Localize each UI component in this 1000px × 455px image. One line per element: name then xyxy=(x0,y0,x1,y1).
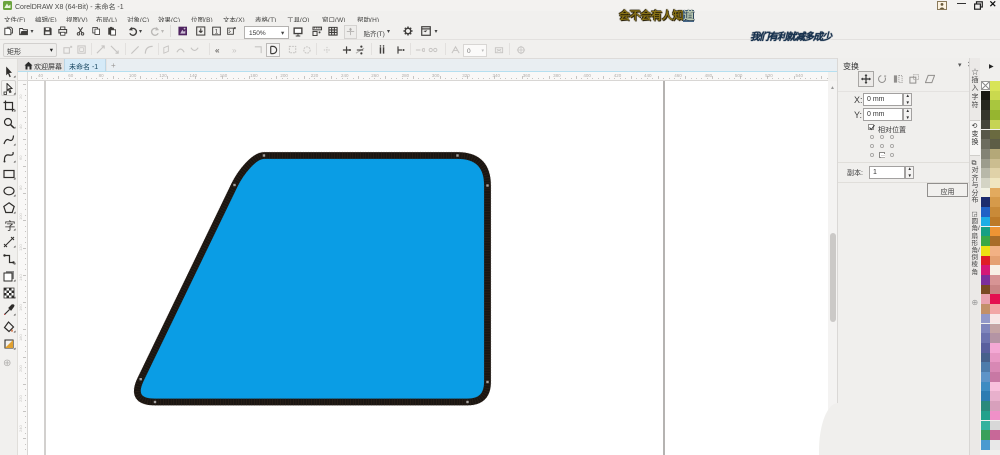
svg-text:»: » xyxy=(232,46,237,55)
svg-text:«: « xyxy=(215,46,220,55)
svg-text:1: 1 xyxy=(214,28,218,35)
